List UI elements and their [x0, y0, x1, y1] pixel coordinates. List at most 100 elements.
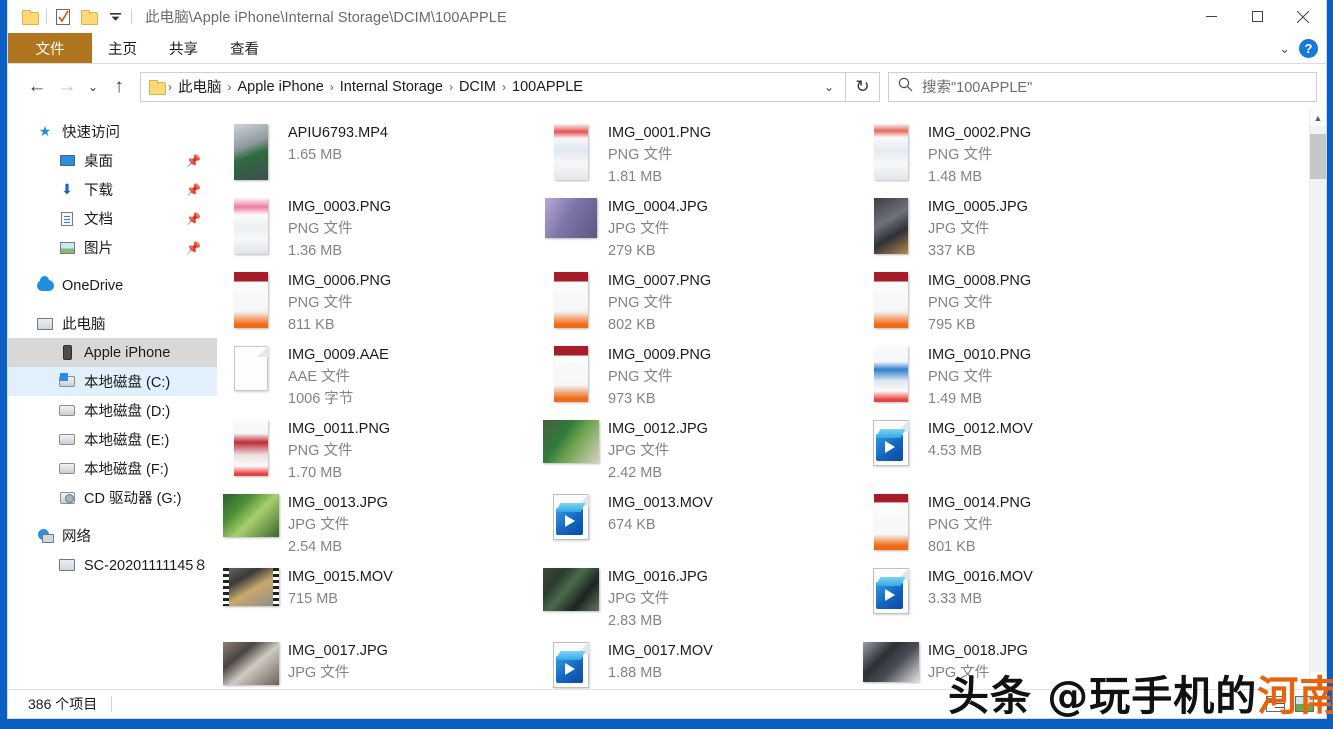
- pin-icon[interactable]: 📌: [186, 183, 201, 197]
- scrollbar-track[interactable]: [1310, 126, 1327, 672]
- tab-view[interactable]: 查看: [214, 33, 275, 63]
- pin-icon[interactable]: 📌: [186, 154, 201, 168]
- up-button[interactable]: ↑: [104, 72, 134, 102]
- pin-icon[interactable]: 📌: [186, 241, 201, 255]
- list-item[interactable]: IMG_0013.JPG JPG 文件 2.54 MB: [222, 489, 542, 563]
- breadcrumb-item-4[interactable]: 100APPLE: [507, 79, 588, 95]
- sidebar-item-local-disk-e[interactable]: 本地磁盘 (E:): [8, 425, 217, 454]
- file-size: 337 KB: [928, 240, 1028, 262]
- sidebar-item-network[interactable]: 网络: [8, 521, 217, 550]
- close-button[interactable]: [1280, 0, 1326, 33]
- properties-icon[interactable]: [50, 6, 76, 28]
- list-item[interactable]: IMG_0002.PNG PNG 文件 1.48 MB: [862, 119, 1182, 193]
- file-meta: IMG_0017.MOV 1.88 MB: [600, 641, 713, 684]
- scroll-down-arrow-icon[interactable]: ▼: [1310, 672, 1327, 689]
- list-item[interactable]: IMG_0012.JPG JPG 文件 2.42 MB: [542, 415, 862, 489]
- search-box[interactable]: 搜索"100APPLE": [888, 72, 1317, 102]
- list-item[interactable]: IMG_0014.PNG PNG 文件 801 KB: [862, 489, 1182, 563]
- recent-locations-button[interactable]: ⌄: [82, 72, 104, 102]
- file-size: 1.36 MB: [288, 240, 391, 262]
- list-item[interactable]: IMG_0001.PNG PNG 文件 1.81 MB: [542, 119, 862, 193]
- list-item[interactable]: IMG_0012.MOV 4.53 MB: [862, 415, 1182, 489]
- file-list-pane[interactable]: APIU6793.MP4 1.65 MB IMG_0001.PNG PNG 文件…: [218, 109, 1326, 689]
- list-item[interactable]: APIU6793.MP4 1.65 MB: [222, 119, 542, 193]
- file-type: PNG 文件: [608, 366, 711, 388]
- list-item[interactable]: IMG_0005.JPG JPG 文件 337 KB: [862, 193, 1182, 267]
- qat-divider: [46, 9, 47, 24]
- list-item[interactable]: IMG_0017.MOV 1.88 MB: [542, 637, 862, 689]
- breadcrumb-item-3[interactable]: DCIM: [454, 79, 501, 95]
- customize-dropdown-icon[interactable]: [102, 6, 128, 28]
- sidebar-item-documents[interactable]: 文档 📌: [8, 204, 217, 233]
- refresh-button[interactable]: ↻: [846, 72, 880, 102]
- list-item[interactable]: IMG_0015.MOV 715 MB: [222, 563, 542, 637]
- details-view-icon[interactable]: [1266, 696, 1285, 712]
- maximize-button[interactable]: [1234, 0, 1280, 33]
- thumbnail: [542, 345, 600, 402]
- sidebar-item-this-pc[interactable]: 此电脑: [8, 309, 217, 338]
- list-item[interactable]: IMG_0006.PNG PNG 文件 811 KB: [222, 267, 542, 341]
- tab-file[interactable]: 文件: [8, 33, 92, 63]
- back-button[interactable]: ←: [22, 72, 52, 102]
- list-item[interactable]: IMG_0010.PNG PNG 文件 1.49 MB: [862, 341, 1182, 415]
- chevron-down-icon[interactable]: ⌄: [1279, 41, 1290, 57]
- sidebar-item-desktop[interactable]: 桌面 📌: [8, 146, 217, 175]
- file-size: 2.54 MB: [288, 536, 388, 558]
- sidebar-item-downloads[interactable]: ⬇ 下载 📌: [8, 175, 217, 204]
- file-type: JPG 文件: [928, 662, 1028, 684]
- scrollbar-thumb[interactable]: [1310, 134, 1327, 179]
- sidebar-item-local-disk-c[interactable]: 本地磁盘 (C:): [8, 367, 217, 396]
- status-divider: [111, 696, 112, 712]
- list-item[interactable]: IMG_0018.JPG JPG 文件: [862, 637, 1182, 689]
- thumbnails-view-icon[interactable]: [1295, 696, 1314, 712]
- list-item[interactable]: IMG_0011.PNG PNG 文件 1.70 MB: [222, 415, 542, 489]
- this-pc-icon: [34, 318, 56, 330]
- forward-button[interactable]: →: [52, 72, 82, 102]
- list-item[interactable]: IMG_0003.PNG PNG 文件 1.36 MB: [222, 193, 542, 267]
- ribbon-tabs: 文件 主页 共享 查看 ⌄ ?: [8, 33, 1326, 64]
- thumbnail: [222, 493, 280, 537]
- minimize-button[interactable]: [1188, 0, 1234, 33]
- pin-icon[interactable]: 📌: [186, 212, 201, 226]
- scroll-up-arrow-icon[interactable]: ▲: [1310, 109, 1327, 126]
- sidebar-item-local-disk-d[interactable]: 本地磁盘 (D:): [8, 396, 217, 425]
- help-icon[interactable]: ?: [1299, 39, 1318, 58]
- address-dropdown-icon[interactable]: ⌄: [817, 80, 841, 94]
- breadcrumb-item-0[interactable]: 此电脑: [173, 76, 227, 97]
- vertical-scrollbar[interactable]: ▲ ▼: [1309, 109, 1326, 689]
- list-item[interactable]: IMG_0016.MOV 3.33 MB: [862, 563, 1182, 637]
- downloads-icon: ⬇: [56, 181, 78, 198]
- sidebar-item-quick-access[interactable]: ★ 快速访问: [8, 117, 217, 146]
- sidebar-item-label: 网络: [62, 525, 91, 546]
- window-title-path: 此电脑\Apple iPhone\Internal Storage\DCIM\1…: [145, 6, 507, 27]
- list-item[interactable]: IMG_0016.JPG JPG 文件 2.83 MB: [542, 563, 862, 637]
- list-item[interactable]: IMG_0007.PNG PNG 文件 802 KB: [542, 267, 862, 341]
- breadcrumb-bar[interactable]: › 此电脑 › Apple iPhone › Internal Storage …: [140, 72, 846, 102]
- list-item[interactable]: IMG_0008.PNG PNG 文件 795 KB: [862, 267, 1182, 341]
- folder-icon[interactable]: [17, 6, 43, 28]
- sidebar-item-pictures[interactable]: 图片 📌: [8, 233, 217, 262]
- sidebar-item-cd-drive-g[interactable]: CD 驱动器 (G:): [8, 483, 217, 512]
- tab-share[interactable]: 共享: [153, 33, 214, 63]
- list-item[interactable]: IMG_0013.MOV 674 KB: [542, 489, 862, 563]
- file-name: IMG_0014.PNG: [928, 493, 1031, 514]
- file-name: IMG_0013.JPG: [288, 493, 388, 514]
- list-item[interactable]: IMG_0009.PNG PNG 文件 973 KB: [542, 341, 862, 415]
- list-item[interactable]: IMG_0009.AAE AAE 文件 1006 字节: [222, 341, 542, 415]
- list-item[interactable]: IMG_0004.JPG JPG 文件 279 KB: [542, 193, 862, 267]
- breadcrumb-item-2[interactable]: Internal Storage: [335, 79, 448, 95]
- file-name: IMG_0006.PNG: [288, 271, 391, 292]
- sidebar-item-local-disk-f[interactable]: 本地磁盘 (F:): [8, 454, 217, 483]
- sidebar-item-label: 此电脑: [62, 313, 106, 334]
- file-name: APIU6793.MP4: [288, 123, 388, 144]
- tab-home[interactable]: 主页: [92, 33, 153, 63]
- file-meta: IMG_0010.PNG PNG 文件 1.49 MB: [920, 345, 1031, 410]
- new-folder-icon[interactable]: [76, 6, 102, 28]
- list-item[interactable]: IMG_0017.JPG JPG 文件: [222, 637, 542, 689]
- sidebar-item-apple-iphone[interactable]: Apple iPhone: [8, 338, 217, 367]
- sidebar-item-network-pc[interactable]: SC-20201111145８: [8, 550, 217, 579]
- thumbnail: [862, 641, 920, 682]
- windows-media-player-icon: [553, 642, 589, 688]
- breadcrumb-item-1[interactable]: Apple iPhone: [233, 79, 329, 95]
- sidebar-item-onedrive[interactable]: OneDrive: [8, 271, 217, 300]
